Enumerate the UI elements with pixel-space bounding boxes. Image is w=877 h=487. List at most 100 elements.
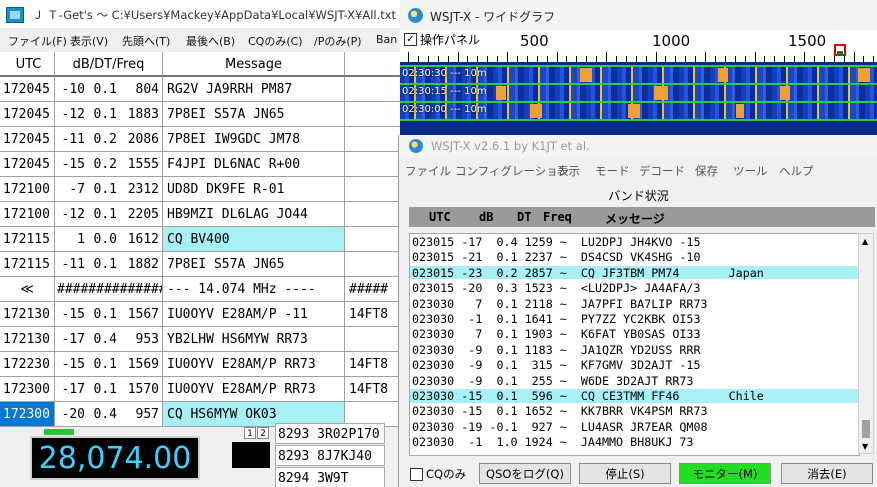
col-message[interactable]: Message xyxy=(163,52,345,77)
cell-utc[interactable]: 172130 xyxy=(0,327,55,352)
cell-extra[interactable] xyxy=(345,327,400,352)
cell-dbdtfreq[interactable]: -20 0.4 957 xyxy=(55,402,163,427)
cell-utc[interactable]: 172115 xyxy=(0,252,55,277)
decode-row[interactable]: 023030 7 0.1 1903 ~ K6FAT YB0SAS OI33 xyxy=(410,327,859,342)
cell-utc[interactable]: 172045 xyxy=(0,77,55,102)
tx-marker-icon[interactable] xyxy=(834,44,846,56)
decode-row[interactable]: 023015 -21 0.1 2237 ~ DS4CSD VK4SHG -10 xyxy=(410,250,859,265)
band-activity-scrollbar[interactable]: ▲ ▼ xyxy=(858,233,874,454)
cell-utc[interactable]: 172115 xyxy=(0,227,55,252)
cell-dbdtfreq[interactable]: -10 0.1 804 xyxy=(55,77,163,102)
monitor-button[interactable]: モニター(M) xyxy=(679,463,771,484)
cell-extra[interactable] xyxy=(345,202,400,227)
menu-file[interactable]: ファイル xyxy=(405,163,451,179)
cell-utc[interactable]: 172100 xyxy=(0,202,55,227)
cell-message[interactable]: IU0OYV E28AM/P RR73 xyxy=(163,377,345,402)
menu-cq-only[interactable]: CQのみ(C) xyxy=(248,33,303,49)
menu-help[interactable]: ヘルプ xyxy=(779,163,814,179)
control-panel-checkbox[interactable]: ✓ xyxy=(404,33,417,46)
cell-extra[interactable] xyxy=(345,102,400,127)
cell-message[interactable]: CQ BV400 xyxy=(163,227,345,252)
cell-utc[interactable]: 172300 xyxy=(0,402,55,427)
cell-message[interactable]: YB2LHW HS6MYW RR73 xyxy=(163,327,345,352)
cell-extra[interactable]: 14FT8 xyxy=(345,377,400,402)
cell-message[interactable]: --- 14.074 MHz ---- xyxy=(163,277,345,302)
mini-row[interactable]: 8294 3W9T xyxy=(275,467,385,487)
decode-row[interactable]: 023015 -20 0.3 1523 ~ <LU2DPJ> JA4AFA/3 xyxy=(410,281,859,295)
cell-dbdtfreq[interactable]: -17 0.4 953 xyxy=(55,327,163,352)
cell-message[interactable]: HB9MZI DL6LAG JO44 xyxy=(163,202,345,227)
cell-utc[interactable]: 172100 xyxy=(0,177,55,202)
cell-utc[interactable]: 172300 xyxy=(0,377,55,402)
cell-utc[interactable]: 172045 xyxy=(0,152,55,177)
log-qso-button[interactable]: QSOをログ(Q) xyxy=(479,463,571,484)
menu-view[interactable]: 表示(V) xyxy=(70,33,108,49)
cell-extra[interactable] xyxy=(345,77,400,102)
cell-dbdtfreq[interactable]: -12 0.1 1883 xyxy=(55,102,163,127)
cell-extra[interactable]: ##### xyxy=(345,277,400,302)
decode-row[interactable]: 023030 -19 -0.1 927 ~ LU4ASR JR7EAR QM08 xyxy=(410,420,859,434)
wsjtx-titlebar[interactable]: WSJT-X v2.6.1 by K1JT et al. xyxy=(399,135,877,157)
cell-message[interactable]: RG2V JA9RRH PM87 xyxy=(163,77,345,102)
decode-row[interactable]: 023015 -23 0.2 2857 ~ CQ JF3TBM PM74 Jap… xyxy=(410,265,859,280)
erase-button[interactable]: 消去(E) xyxy=(781,463,873,484)
decode-row[interactable]: 023030 -9 0.1 1183 ~ JA1QZR YD2USS RRR xyxy=(410,343,859,357)
menu-ban[interactable]: Ban xyxy=(376,33,397,46)
decode-row[interactable]: 023030 -1 0.1 1641 ~ PY7ZZ YC2KBK OI53 xyxy=(410,312,859,326)
cell-extra[interactable]: 14FT8 xyxy=(345,352,400,377)
cell-message[interactable]: 7P8EI S57A JN65 xyxy=(163,252,345,277)
cell-extra[interactable] xyxy=(345,127,400,152)
decode-row[interactable]: 023030 -15 0.1 1652 ~ KK7BRR VK4PSM RR73 xyxy=(410,404,859,419)
col-dbdtfreq[interactable]: dB/DT/Freq xyxy=(55,52,163,77)
decode-row[interactable]: 023030 -1 1.0 1924 ~ JA4MMO BH8UKJ 73 xyxy=(410,435,859,449)
mini-row[interactable]: 8293 3R02P170 xyxy=(275,423,385,444)
cell-utc[interactable]: 172230 xyxy=(0,352,55,377)
decode-row[interactable]: 023030 -9 0.1 315 ~ KF7GMV 3D2AJT -15 xyxy=(410,358,859,372)
cell-dbdtfreq[interactable]: ############## xyxy=(55,277,163,302)
cell-dbdtfreq[interactable]: 1 0.0 1612 xyxy=(55,227,163,252)
cell-dbdtfreq[interactable]: -11 0.2 2086 xyxy=(55,127,163,152)
cell-extra[interactable] xyxy=(345,152,400,177)
cell-utc[interactable]: 172045 xyxy=(0,102,55,127)
cell-dbdtfreq[interactable]: -15 0.1 1567 xyxy=(55,302,163,327)
frequency-scale[interactable]: ✓ 操作パネル 500 1000 1500 xyxy=(400,30,877,62)
menu-bottom[interactable]: 最後へ(B) xyxy=(186,33,235,49)
cell-message[interactable]: 7P8EI IW9GDC JM78 xyxy=(163,127,345,152)
cell-dbdtfreq[interactable]: -15 0.2 1555 xyxy=(55,152,163,177)
decode-row[interactable]: 023030 -9 0.1 255 ~ W6DE 3D2AJT RR73 xyxy=(410,374,859,388)
scroll-down-icon[interactable]: ▼ xyxy=(862,442,868,451)
jtget-titlebar[interactable]: Ｊ Ｔ-Get's 〜 C:¥Users¥Mackey¥AppData¥Loca… xyxy=(0,0,400,28)
cell-utc[interactable]: 172130 xyxy=(0,302,55,327)
mini-row[interactable]: 8293 8J7KJ40 xyxy=(275,445,385,466)
menu-p-only[interactable]: /Pのみ(P) xyxy=(314,33,362,49)
cell-message[interactable]: IU0OYV E28AM/P RR73 xyxy=(163,352,345,377)
stop-button[interactable]: 停止(S) xyxy=(579,463,671,484)
cell-dbdtfreq[interactable]: -11 0.1 1882 xyxy=(55,252,163,277)
cell-message[interactable]: IU0OYV E28AM/P -11 xyxy=(163,302,345,327)
menu-configuration[interactable]: コンフィグレーション xyxy=(455,163,569,179)
col-utc[interactable]: UTC xyxy=(0,52,55,77)
menu-view[interactable]: 表示 xyxy=(557,163,580,179)
decode-row[interactable]: 023030 -15 0.1 596 ~ CQ CE3TMM FF46 Chil… xyxy=(410,389,859,403)
band-activity-list[interactable]: 023015 -17 0.4 1259 ~ LU2DPJ JH4KVO -15 0… xyxy=(409,233,860,456)
decode-row[interactable]: 023015 -17 0.4 1259 ~ LU2DPJ JH4KVO -15 xyxy=(410,235,859,249)
menu-top[interactable]: 先頭へ(T) xyxy=(122,33,170,49)
cell-dbdtfreq[interactable]: -12 0.1 2205 xyxy=(55,202,163,227)
cq-only-checkbox[interactable] xyxy=(410,468,423,481)
cell-extra[interactable] xyxy=(345,227,400,252)
waterfall[interactable]: 02:30:30 --- 10m 02:30:15 --- 10m 02:30:… xyxy=(400,62,877,135)
scroll-thumb[interactable] xyxy=(862,420,870,438)
cell-message[interactable]: F4JPI DL6NAC R+00 xyxy=(163,152,345,177)
cell-message[interactable]: UD8D DK9FE R-01 xyxy=(163,177,345,202)
cell-dbdtfreq[interactable]: -15 0.1 1569 xyxy=(55,352,163,377)
menu-mode[interactable]: モード xyxy=(595,163,630,179)
menu-file[interactable]: ファイル(F) xyxy=(8,33,67,49)
tab-2[interactable]: 2 xyxy=(257,427,269,439)
cell-extra[interactable] xyxy=(345,177,400,202)
cell-extra[interactable]: 14FT8 xyxy=(345,302,400,327)
cell-extra[interactable] xyxy=(345,252,400,277)
scroll-up-icon[interactable]: ▲ xyxy=(862,237,868,246)
cell-utc[interactable]: 172045 xyxy=(0,127,55,152)
menu-tools[interactable]: ツール xyxy=(733,163,768,179)
widegraph-titlebar[interactable]: WSJT-X - ワイドグラフ xyxy=(400,0,877,30)
